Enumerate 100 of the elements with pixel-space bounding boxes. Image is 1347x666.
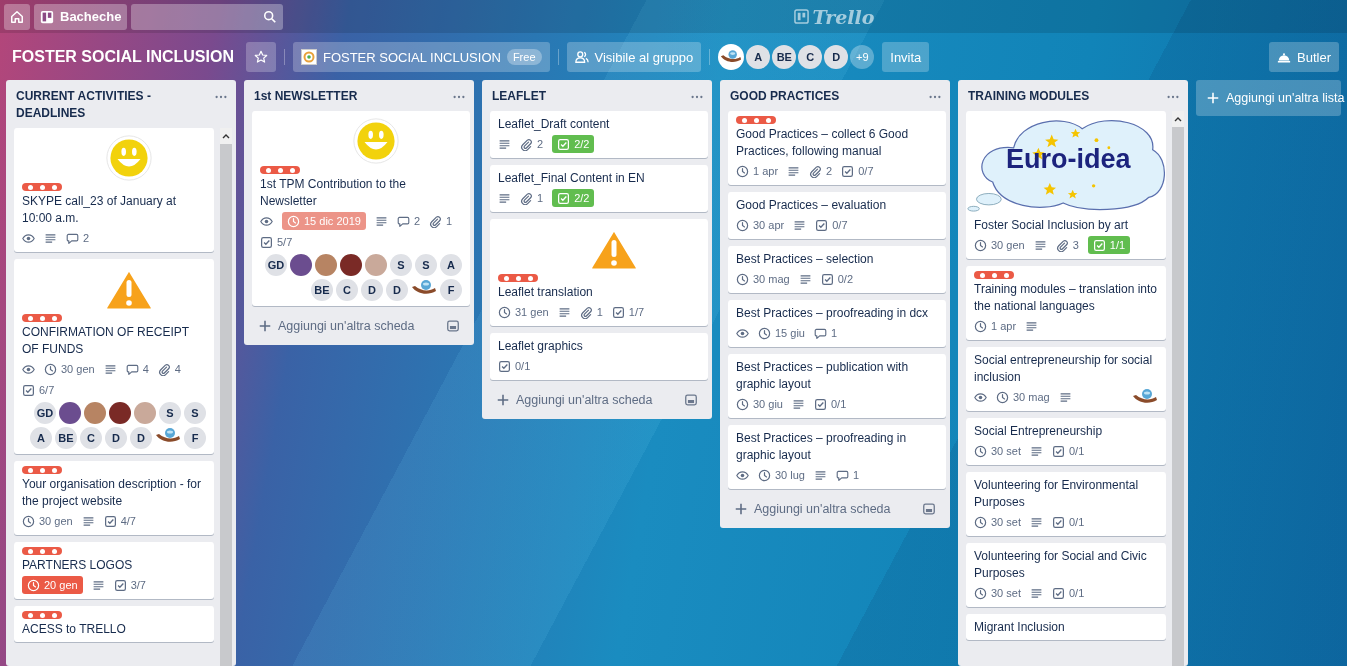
paperclip-icon — [1055, 238, 1069, 252]
list-title[interactable]: LEAFLET — [492, 88, 690, 105]
board-title[interactable]: FOSTER SOCIAL INCLUSION — [8, 48, 238, 66]
card-template-icon[interactable] — [684, 393, 698, 407]
card-title: Your organisation description - for the project website — [22, 476, 202, 510]
scrollbar[interactable] — [1172, 111, 1184, 666]
card[interactable]: PARTNERS LOGOS 20 gen 3/7 — [14, 542, 214, 599]
attachment-count: 2 — [826, 165, 833, 177]
checklist-icon — [1051, 444, 1065, 458]
text-lines-icon — [44, 231, 57, 245]
paperclip-icon — [520, 191, 533, 205]
caret-up-icon[interactable] — [1174, 116, 1182, 122]
card[interactable]: ACESS to TRELLO — [14, 606, 214, 642]
due-date: 30 set — [991, 445, 1021, 457]
clock-icon — [27, 578, 40, 592]
checklist-count: 1/1 — [1109, 239, 1126, 251]
eye-icon — [974, 390, 987, 404]
text-lines-icon — [498, 137, 511, 151]
bell-icon — [1277, 50, 1292, 64]
card[interactable]: Leaflet_Draft content 2 2/2 — [490, 111, 708, 158]
paperclip-icon — [809, 164, 823, 178]
card-title: Good Practices – collect 6 Good Practices, following manual — [736, 126, 910, 160]
card[interactable]: Best Practices – selection 30 mag 0/2 — [728, 246, 946, 293]
card[interactable]: Training modules – translation into the national languages 1 apr — [966, 266, 1166, 340]
clock-icon — [736, 164, 749, 178]
member-avatar: A — [746, 45, 771, 69]
caret-up-icon[interactable] — [222, 133, 230, 139]
card[interactable]: CONFIRMATION OF RECEIPT OF FUNDS 30 gen 4 4 6/7 GD S S A BE C D D F — [14, 259, 214, 454]
avatar-photo-placeholder — [134, 402, 156, 424]
member-avatar: F — [440, 279, 462, 301]
card[interactable]: Best Practices – publication with graphic layout 30 giu 0/1 — [728, 354, 946, 418]
add-card-button[interactable]: Aggiungi un'altra scheda — [252, 315, 446, 337]
eye-icon — [22, 231, 35, 245]
checklist-count: 0/7 — [858, 165, 874, 177]
checklist-count: 2/2 — [574, 192, 590, 204]
card[interactable]: SKYPE call_23 of January at 10:00 a.m. 2 — [14, 128, 214, 252]
card[interactable]: Your organisation description - for the project website 30 gen 4/7 — [14, 461, 214, 535]
due-date: 30 set — [991, 587, 1021, 599]
home-button[interactable] — [4, 3, 30, 30]
list-title[interactable]: 1st NEWSLETTER — [254, 88, 452, 105]
card-template-icon[interactable] — [922, 502, 936, 516]
clock-icon — [758, 326, 771, 340]
clock-icon — [974, 586, 987, 600]
card[interactable]: Leaflet graphics 0/1 — [490, 333, 708, 380]
due-date: 30 apr — [753, 219, 785, 231]
card[interactable]: Good Practices – collect 6 Good Practices, following manual 1 apr 2 0/7 — [728, 111, 946, 185]
card-template-icon[interactable] — [446, 319, 460, 333]
add-card-button[interactable]: Aggiungi un'altra scheda — [728, 498, 922, 520]
card[interactable]: Volunteering for Environmental Purposes 30 set 0/1 — [966, 472, 1166, 536]
people-icon — [574, 50, 589, 64]
smiley-face-icon — [103, 135, 155, 181]
checklist-count: 0/2 — [837, 273, 853, 285]
scrollbar[interactable] — [220, 128, 232, 666]
eye-icon — [22, 362, 35, 376]
due-date: 30 lug — [775, 469, 805, 481]
checklist-count: 2/2 — [574, 138, 590, 150]
due-date: 30 gen — [991, 239, 1025, 251]
checklist-icon — [557, 191, 571, 205]
card[interactable]: Social Entrepreneurship 30 set 0/1 — [966, 418, 1166, 465]
member-avatar: C — [80, 427, 102, 449]
search-field[interactable] — [131, 3, 284, 30]
checklist-count: 0/1 — [1068, 587, 1085, 599]
hand-avatar-icon — [411, 279, 437, 297]
team-logo-icon — [300, 49, 317, 65]
checklist-icon — [1051, 586, 1065, 600]
card[interactable]: Social entrepreneurship for social inclusion 30 mag — [966, 347, 1166, 411]
card[interactable]: 1st TPM Contribution to the Newsletter 15 dic 2019 2 1 5/7 GD S S A BE C D D F — [252, 111, 470, 306]
member-avatar: D — [386, 279, 408, 301]
card-title: Leaflet_Final Content in EN — [498, 170, 646, 187]
list-title[interactable]: CURRENT ACTIVITIES -DEADLINES — [16, 88, 214, 122]
card[interactable]: Euro-idea Foster Social Inclusion by art 30 gen 3 1/1 — [966, 111, 1166, 259]
add-card-button[interactable]: Aggiungi un'altra scheda — [490, 389, 684, 411]
card-title: Best Practices – selection — [736, 251, 875, 268]
card[interactable]: Best Practices – proofreading in dcx 15 giu 1 — [728, 300, 946, 347]
checklist-icon — [557, 137, 571, 151]
text-lines-icon — [814, 468, 827, 482]
checklist-icon — [815, 218, 829, 232]
checklist-count: 0/1 — [1068, 516, 1085, 528]
card[interactable]: Leaflet_Final Content in EN 1 2/2 — [490, 165, 708, 212]
attachment-count: 1 — [446, 215, 453, 227]
card[interactable]: Good Practices – evaluation 30 apr 0/7 — [728, 192, 946, 239]
boards-button[interactable]: Bacheche — [34, 3, 128, 30]
list-title[interactable]: TRAINING MODULES — [968, 88, 1166, 105]
butler-button[interactable]: Butler — [1269, 42, 1339, 72]
eye-icon — [260, 214, 273, 228]
star-button[interactable] — [245, 42, 276, 72]
comment-count: 2 — [83, 232, 90, 244]
checklist-count: 6/7 — [39, 384, 55, 396]
list-title[interactable]: GOOD PRACTICES — [730, 88, 928, 105]
card[interactable]: Leaflet translation 31 gen 1 1/7 — [490, 219, 708, 326]
member-avatar: GD — [34, 402, 56, 424]
attachment-count: 4 — [174, 363, 181, 375]
card[interactable]: Migrant Inclusion — [966, 614, 1166, 640]
board-icon — [40, 9, 54, 24]
card-title: Social Entrepreneurship — [974, 423, 1104, 440]
card[interactable]: Volunteering for Social and Civic Purposes 30 set 0/1 — [966, 543, 1166, 607]
card[interactable]: Best Practices – proofreading in graphic layout 30 lug 1 — [728, 425, 946, 489]
text-lines-icon — [1029, 515, 1043, 529]
logo-icon — [794, 9, 810, 24]
card-title: ACESS to TRELLO — [22, 621, 127, 638]
